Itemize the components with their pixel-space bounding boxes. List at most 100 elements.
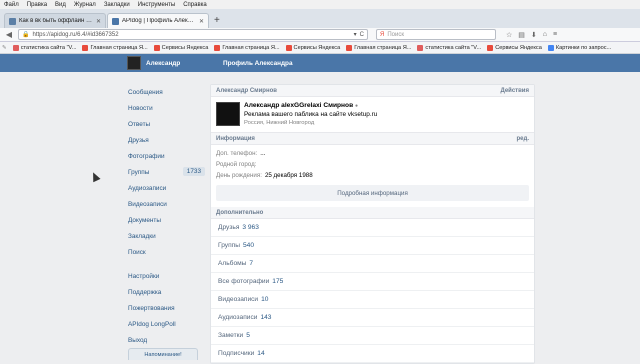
info-header: Информация ред. [211, 133, 534, 145]
user-avatar[interactable] [127, 56, 141, 70]
edit-link[interactable]: ред. [517, 136, 529, 142]
lock-icon: 🔒 [22, 32, 30, 38]
url-text[interactable]: https://apidog.ru/6.4/#id3667352 [32, 32, 350, 38]
menu-help[interactable]: Справка [183, 2, 207, 8]
bookmark-favicon-icon [417, 44, 424, 51]
url-bar[interactable]: 🔒 https://apidog.ru/6.4/#id3667352 ▾ C [18, 29, 368, 40]
dropdown-icon[interactable]: ▾ [354, 31, 357, 38]
menu-file[interactable]: Файл [4, 2, 19, 8]
apidog-favicon-icon [112, 17, 119, 25]
sidebar-item-messages[interactable]: Сообщения [121, 84, 205, 100]
counter-photos[interactable]: Все фотографии 175 [211, 273, 534, 291]
menu-edit[interactable]: Правка [27, 2, 47, 8]
counter-followers[interactable]: Подписчики 14 [211, 345, 534, 363]
profile-status: Реклама вашего паблика на сайте vksetup.… [244, 111, 378, 118]
menu-icon[interactable]: ≡ [553, 31, 557, 39]
download-icon[interactable]: ⬇ [531, 31, 537, 39]
yandex-favicon-icon [82, 44, 89, 51]
profile-card: Александр Смирнов Действия Александр ale… [210, 84, 535, 364]
tab-title: Как в вк быть оффлайн с к... [19, 18, 93, 24]
sidebar-item-video[interactable]: Видеозаписи [121, 196, 205, 212]
profile-location: Россия, Нижний Новгород [244, 120, 315, 126]
tab-apidog-profile[interactable]: APIdog | Профиль Александр... ✕ [107, 13, 209, 28]
counter-audios[interactable]: Аудиозаписи 143 [211, 309, 534, 327]
profile-text: Александр alexGGrelaxi Смирнов ● Реклама… [244, 102, 377, 126]
sidebar: Сообщения Новости Ответы Друзья Фотограф… [121, 84, 205, 360]
toolbar-icons: ☆ ▤ ⬇ ⌂ ≡ [506, 31, 557, 39]
counter-videos[interactable]: Видеозаписи 10 [211, 291, 534, 309]
yandex-favicon-icon [346, 44, 353, 51]
home-icon[interactable]: ⌂ [543, 31, 547, 39]
sidebar-item-audio[interactable]: Аудиозаписи [121, 180, 205, 196]
menu-bar: Файл Правка Вид Журнал Закладки Инструме… [0, 0, 640, 9]
bookmark-item[interactable]: статистика сайта "V... [12, 44, 76, 51]
info-title: Информация [216, 135, 255, 142]
mouse-cursor-icon [89, 170, 101, 183]
sidebar-item-groups[interactable]: Группы 1733 [121, 164, 205, 180]
profile-avatar[interactable] [216, 102, 240, 126]
tab-title: APIdog | Профиль Александр... [122, 18, 196, 24]
new-tab-button[interactable]: + [214, 15, 220, 26]
info-row-birthday: День рождения: 25 декабря 1988 [216, 172, 313, 179]
sidebar-item-longpoll[interactable]: APIdog LongPoll [121, 316, 205, 332]
counter-albums[interactable]: Альбомы 7 [211, 255, 534, 273]
star-icon[interactable]: ☆ [506, 31, 512, 39]
reload-icon[interactable]: C [360, 32, 364, 38]
counter-groups[interactable]: Группы 540 [211, 237, 534, 255]
reminder-button[interactable]: Напоминание! [128, 348, 198, 360]
tab-vk-offline[interactable]: Как в вк быть оффлайн с к... ✕ [4, 13, 106, 28]
profile-name: Александр alexGGrelaxi Смирнов ● [244, 102, 359, 109]
counter-notes[interactable]: Заметки 5 [211, 327, 534, 345]
profile-summary: Александр alexGGrelaxi Смирнов ● Реклама… [211, 97, 534, 133]
sidebar-item-settings[interactable]: Настройки [121, 268, 205, 284]
profile-header-name: Александр Смирнов [216, 87, 277, 94]
menu-bookmarks[interactable]: Закладки [104, 2, 130, 8]
info-row-phone: Доп. телефон:... [216, 150, 266, 157]
sidebar-item-donations[interactable]: Пожертвования [121, 300, 205, 316]
sidebar-item-photos[interactable]: Фотографии [121, 148, 205, 164]
sidebar-item-logout[interactable]: Выход [121, 332, 205, 348]
more-header: Дополнительно [211, 207, 534, 219]
search-placeholder: Поиск [387, 31, 404, 38]
back-button[interactable]: ◀ [4, 30, 14, 39]
bookmark-item[interactable]: Главная страница Я... [214, 44, 280, 51]
bookmark-item[interactable]: Главная страница Я... [346, 44, 411, 51]
sidebar-item-documents[interactable]: Документы [121, 212, 205, 228]
info-row-hometown: Родной город: [216, 161, 257, 168]
counter-friends[interactable]: Друзья 3 963 [211, 219, 534, 237]
yandex-favicon-icon [285, 44, 292, 51]
sidebar-item-news[interactable]: Новости [121, 100, 205, 116]
actions-link[interactable]: Действия [500, 88, 529, 94]
bookmarks-bar: ✎ статистика сайта "V... Главная страниц… [0, 42, 640, 54]
menu-history[interactable]: Журнал [74, 2, 96, 8]
sidebar-item-friends[interactable]: Друзья [121, 132, 205, 148]
close-tab-icon[interactable]: ✕ [199, 18, 204, 25]
bookmark-item[interactable]: статистика сайта "V... [417, 44, 481, 51]
navigation-bar: ◀ 🔒 https://apidog.ru/6.4/#id3667352 ▾ C… [0, 28, 640, 42]
bookmark-item[interactable]: Сервисы Яндекса [285, 44, 340, 51]
search-engine-icon: Я [380, 31, 385, 38]
sidebar-item-support[interactable]: Поддержка [121, 284, 205, 300]
close-tab-icon[interactable]: ✕ [96, 18, 101, 25]
detailed-info-button[interactable]: Подробная информация [216, 185, 529, 201]
bookmark-item[interactable]: Главная страница Я... [82, 44, 148, 51]
sidebar-item-search[interactable]: Поиск [121, 244, 205, 260]
sidebar-item-replies[interactable]: Ответы [121, 116, 205, 132]
sidebar-item-bookmarks[interactable]: Закладки [121, 228, 205, 244]
google-favicon-icon [547, 44, 554, 51]
menu-view[interactable]: Вид [55, 2, 66, 8]
header-user-name[interactable]: Александр [146, 60, 220, 67]
yandex-favicon-icon [487, 44, 494, 51]
reader-icon[interactable]: ▤ [518, 31, 525, 39]
page-title: Профиль Александра [223, 59, 293, 67]
vk-favicon-icon [9, 17, 16, 25]
search-input[interactable]: Я Поиск [376, 29, 496, 40]
menu-tools[interactable]: Инструменты [138, 2, 175, 8]
bookmark-item[interactable]: Сервисы Яндекса [487, 44, 542, 51]
main-content: Александр Смирнов Действия Александр ale… [210, 84, 535, 364]
bookmark-item[interactable]: Картинки по запрос... [547, 44, 611, 51]
more-title: Дополнительно [216, 209, 264, 216]
verified-icon: ● [354, 103, 359, 109]
bookmark-item[interactable]: Сервисы Яндекса [153, 44, 208, 51]
bookmarks-toggle-icon[interactable]: ✎ [2, 45, 7, 51]
